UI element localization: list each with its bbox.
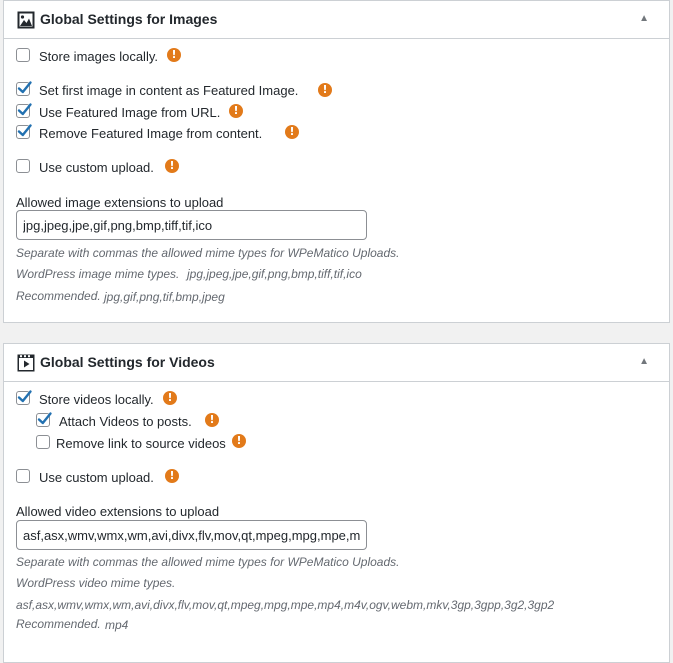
first-image-featured-checkbox[interactable] bbox=[16, 81, 32, 96]
warning-icon[interactable]: ! bbox=[165, 469, 179, 483]
warning-icon[interactable]: ! bbox=[285, 125, 299, 139]
store-videos-locally-label: Store videos locally. bbox=[39, 392, 154, 407]
arrow-up-icon[interactable]: ▲ bbox=[639, 13, 649, 24]
store-images-locally-label: Store images locally. bbox=[39, 49, 158, 64]
store-videos-locally-checkbox[interactable] bbox=[16, 390, 32, 405]
image-wp-mime-label: WordPress image mime types. bbox=[16, 267, 180, 281]
featured-from-url-label: Use Featured Image from URL. bbox=[39, 105, 221, 120]
videos-custom-upload-label: Use custom upload. bbox=[39, 470, 154, 485]
video-recommended-label: Recommended. bbox=[16, 617, 101, 631]
first-image-featured-label: Set first image in content as Featured I… bbox=[39, 83, 299, 98]
image-extensions-description: Separate with commas the allowed mime ty… bbox=[16, 246, 400, 260]
video-wp-mime-value: asf,asx,wmv,wmx,wm,avi,divx,flv,mov,qt,m… bbox=[16, 598, 555, 612]
warning-icon[interactable]: ! bbox=[318, 83, 332, 97]
attach-videos-checkbox[interactable] bbox=[36, 412, 52, 427]
remove-featured-label: Remove Featured Image from content. bbox=[39, 126, 263, 141]
warning-icon[interactable]: ! bbox=[165, 159, 179, 173]
video-recommended-value: mp4 bbox=[105, 618, 129, 632]
image-icon bbox=[17, 11, 35, 29]
warning-icon[interactable]: ! bbox=[232, 434, 246, 448]
images-custom-upload-checkbox[interactable] bbox=[16, 159, 30, 173]
videos-box-header[interactable]: Global Settings for Videos ▲ bbox=[4, 344, 669, 382]
attach-videos-label: Attach Videos to posts. bbox=[59, 414, 192, 429]
video-extensions-description: Separate with commas the allowed mime ty… bbox=[16, 555, 400, 569]
warning-icon[interactable]: ! bbox=[163, 391, 177, 405]
images-box-title: Global Settings for Images bbox=[40, 11, 218, 27]
images-custom-upload-label: Use custom upload. bbox=[39, 160, 154, 175]
remove-source-link-checkbox[interactable] bbox=[36, 435, 50, 449]
image-recommended-label: Recommended. bbox=[16, 289, 101, 303]
videos-settings-box: Global Settings for Videos ▲ Store video… bbox=[3, 343, 670, 663]
warning-icon[interactable]: ! bbox=[205, 413, 219, 427]
video-extensions-input[interactable] bbox=[16, 520, 367, 550]
videos-box-title: Global Settings for Videos bbox=[40, 354, 215, 370]
arrow-up-icon[interactable]: ▲ bbox=[639, 356, 649, 367]
image-recommended-value: jpg,gif,png,tif,bmp,jpeg bbox=[104, 290, 225, 304]
remove-featured-checkbox[interactable] bbox=[16, 124, 32, 139]
warning-icon[interactable]: ! bbox=[167, 48, 181, 62]
image-extensions-input[interactable] bbox=[16, 210, 367, 240]
remove-source-link-label: Remove link to source videos bbox=[56, 436, 226, 451]
image-wp-mime-value: jpg,jpeg,jpe,gif,png,bmp,tiff,tif,ico bbox=[187, 267, 362, 281]
store-images-locally-checkbox[interactable] bbox=[16, 48, 30, 62]
image-extensions-title: Allowed image extensions to upload bbox=[16, 195, 224, 210]
images-box-header[interactable]: Global Settings for Images ▲ bbox=[4, 1, 669, 39]
featured-from-url-checkbox[interactable] bbox=[16, 103, 32, 118]
images-settings-box: Global Settings for Images ▲ Store image… bbox=[3, 0, 670, 323]
video-wp-mime-label: WordPress video mime types. bbox=[16, 576, 176, 590]
video-icon bbox=[17, 354, 35, 372]
video-extensions-title: Allowed video extensions to upload bbox=[16, 504, 220, 519]
videos-custom-upload-checkbox[interactable] bbox=[16, 469, 30, 483]
warning-icon[interactable]: ! bbox=[229, 104, 243, 118]
